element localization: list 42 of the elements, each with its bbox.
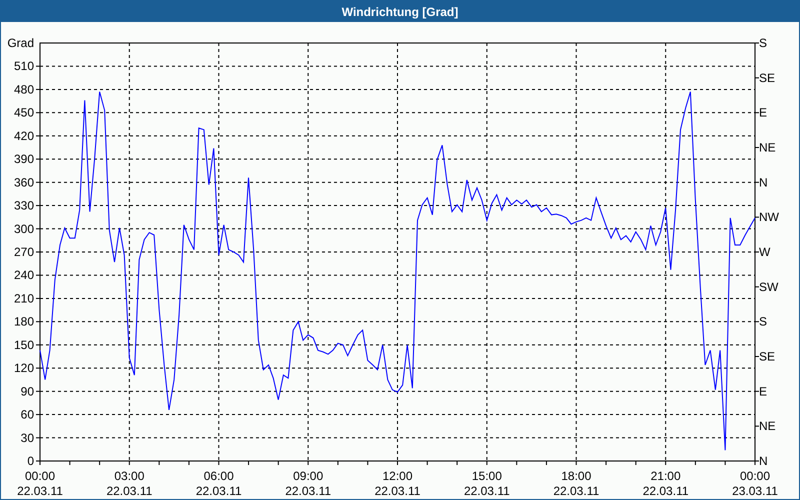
axis-tick-label: 480 [14,82,34,96]
axis-tick-label: 450 [14,106,34,120]
axis-tick-label: 510 [14,59,34,74]
axis-tick-label: 390 [14,152,34,166]
axis-tick-label: 330 [14,198,34,213]
compass-label: S [759,36,768,50]
axis-tick-label: 06:00 22.03.11 [196,469,242,498]
axis-tick-label: 300 [14,222,34,236]
compass-label: S [759,314,768,329]
compass-label: N [759,175,768,190]
axis-tick-label: 00:00 22.03.11 [17,469,63,498]
compass-label: SE [759,70,776,85]
compass-label: E [759,384,768,398]
compass-label: NW [759,210,779,224]
axis-tick-label: 60 [20,408,34,422]
compass-label: NE [759,140,776,154]
axis-tick-label: 15:00 22.03.11 [464,469,510,498]
axis-tick-label: 270 [14,245,34,259]
window-title: Windrichtung [Grad] [1,1,799,22]
axis-tick-label: 18:00 22.03.11 [553,469,600,498]
axis-tick-label: 240 [14,268,34,282]
axis-tick-label: 180 [14,314,34,329]
axis-tick-label: 09:00 22.03.11 [285,469,332,498]
compass-label: NE [759,419,776,434]
axis-tick-label: 03:00 22.03.11 [106,469,152,498]
axis-tick-label: 360 [14,175,34,190]
axis-tick-label: 120 [14,361,34,376]
axis-tick-label: 30 [20,430,34,445]
axis-tick-label: 90 [20,384,34,398]
axis-tick-label: 210 [14,291,34,306]
axis-tick-label: 21:00 22.03.11 [642,469,689,498]
axis-tick-label: 150 [14,338,34,352]
axis-tick-label: 00:00 23.03.11 [732,469,778,498]
axis-title: Grad [7,36,34,50]
compass-label: SE [759,350,776,364]
axis-tick-label: 12:00 22.03.11 [374,469,420,498]
compass-label: N [759,454,768,468]
axis-tick-label: 0 [27,454,34,468]
compass-label: W [759,245,770,259]
axis-tick-label: 420 [14,128,34,143]
compass-label: SW [759,280,778,294]
compass-label: E [759,106,768,120]
